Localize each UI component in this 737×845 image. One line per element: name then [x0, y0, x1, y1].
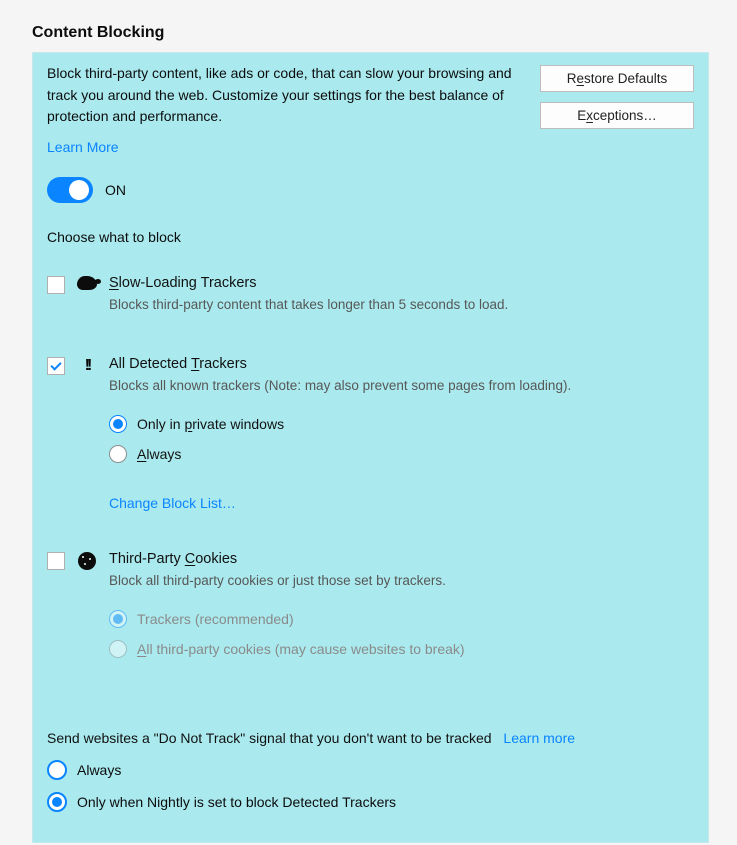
cookie-icon — [77, 552, 97, 570]
dnt-radio-always[interactable]: Always — [47, 760, 694, 780]
radio-button — [47, 760, 67, 780]
turtle-icon — [77, 276, 97, 290]
detected-trackers-label[interactable]: All Detected Trackers — [109, 356, 694, 372]
content-blocking-toggle[interactable] — [47, 177, 93, 203]
radio-cookie-all[interactable]: All third-party cookies (may cause websi… — [109, 640, 694, 658]
dnt-always-label: Always — [77, 762, 121, 778]
dnt-detected-label: Only when Nightly is set to block Detect… — [77, 794, 396, 810]
detected-trackers-checkbox[interactable] — [47, 357, 65, 375]
content-blocking-description: Block third-party content, like ads or c… — [47, 63, 524, 128]
block-third-party-cookies: Third-Party Cookies Block all third-part… — [47, 551, 694, 670]
radio-always[interactable]: Always — [109, 445, 694, 463]
radio-private-windows[interactable]: Only in private windows — [109, 415, 694, 433]
detected-trackers-desc: Blocks all known trackers (Note: may als… — [109, 378, 694, 393]
choose-header: Choose what to block — [47, 229, 694, 245]
radio-button — [47, 792, 67, 812]
change-block-list-link[interactable]: Change Block List… — [109, 495, 236, 511]
cookies-label[interactable]: Third-Party Cookies — [109, 551, 694, 567]
radio-button — [109, 445, 127, 463]
radio-button — [109, 610, 127, 628]
radio-cookie-trackers-label: Trackers (recommended) — [137, 611, 294, 627]
cookies-checkbox[interactable] — [47, 552, 65, 570]
dnt-text: Send websites a "Do Not Track" signal th… — [47, 730, 492, 746]
radio-always-label: Always — [137, 446, 181, 462]
exceptions-button[interactable]: Exceptions… — [540, 102, 694, 129]
slow-trackers-label[interactable]: Slow-Loading Trackers — [109, 275, 694, 291]
slow-trackers-checkbox[interactable] — [47, 276, 65, 294]
content-blocking-panel: Block third-party content, like ads or c… — [32, 52, 709, 843]
dnt-learn-more-link[interactable]: Learn more — [503, 730, 575, 746]
slow-trackers-desc: Blocks third-party content that takes lo… — [109, 297, 694, 312]
radio-cookie-trackers[interactable]: Trackers (recommended) — [109, 610, 694, 628]
radio-button — [109, 415, 127, 433]
page-title: Content Blocking — [32, 24, 709, 42]
toggle-state-label: ON — [105, 182, 126, 198]
cookies-desc: Block all third-party cookies or just th… — [109, 573, 694, 588]
footsteps-icon: !! — [77, 357, 97, 375]
dnt-radio-detected[interactable]: Only when Nightly is set to block Detect… — [47, 792, 694, 812]
do-not-track-section: Send websites a "Do Not Track" signal th… — [47, 730, 694, 746]
block-slow-trackers: Slow-Loading Trackers Blocks third-party… — [47, 275, 694, 312]
radio-private-label: Only in private windows — [137, 416, 284, 432]
learn-more-link[interactable]: Learn More — [47, 139, 119, 155]
radio-button — [109, 640, 127, 658]
radio-cookie-all-label: All third-party cookies (may cause websi… — [137, 641, 465, 657]
restore-defaults-button[interactable]: Restore Defaults — [540, 65, 694, 92]
block-detected-trackers: !! All Detected Trackers Blocks all know… — [47, 356, 694, 511]
toggle-knob — [69, 180, 89, 200]
